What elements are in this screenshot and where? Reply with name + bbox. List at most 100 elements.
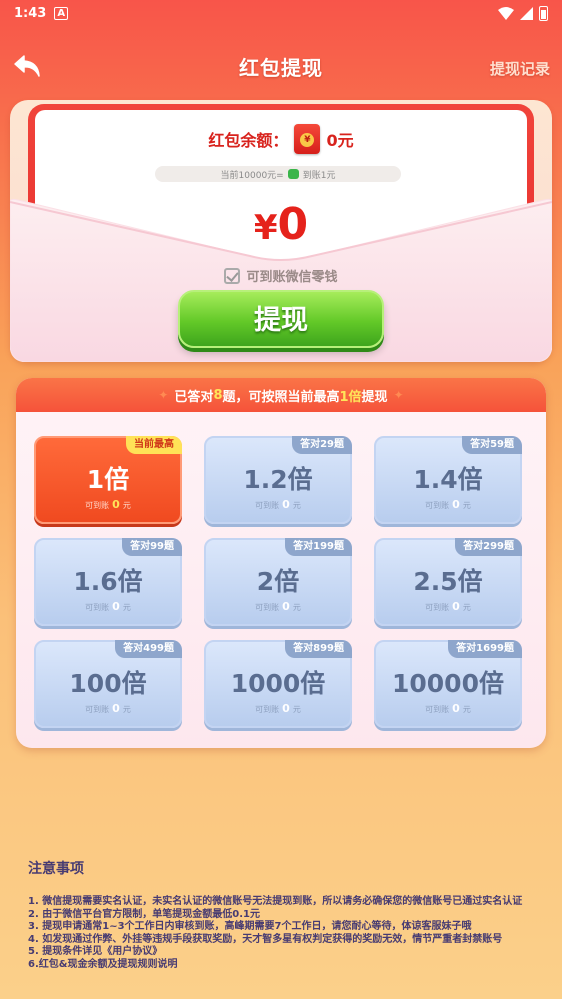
notes-item: 3. 提现申请通常1~3个工作日内审核到账，高峰期需要7个工作日，请您耐心等待，…	[28, 921, 472, 932]
multiplier-tile[interactable]: 答对59题 1.4倍 可到账 0 元	[374, 436, 522, 524]
checkbox-icon	[224, 267, 241, 284]
envelope-top: 红包余额： 0元 当前10000元= 到账1元 ¥0	[28, 104, 534, 266]
multiplier-tile[interactable]: 答对199题 2倍可到账 0 元	[204, 538, 352, 626]
notes-item: 1. 微信提现需要实名认证，未实名认证的微信账号无法提现到账，所以请务必确保您的…	[28, 896, 523, 907]
status-time: 1:43	[14, 5, 47, 21]
notes-item: 2. 由于微信平台官方限制，单笔提现金额最低0.1元	[28, 908, 260, 920]
wechat-change-note: 可到账微信零钱	[10, 266, 552, 285]
rate-left: 当前10000元=	[220, 170, 284, 181]
notes-item: 4. 如发现通过作弊、外挂等违规手段获取奖励，天才智多星有权判定获得的奖励无效，…	[28, 933, 503, 945]
tile-sub-prefix: 可到账	[85, 501, 110, 510]
tile-sub-prefix: 可到账	[425, 603, 450, 612]
tile-multiplier: 100倍	[69, 669, 147, 698]
notes-item: 6.红包&现金余额及提现规则说明	[28, 958, 178, 970]
multiplier-grid: 当前最高 1倍 可到账 0 元答对29题 1.2倍 可到账 0 元答对59题 1.4倍 可到账 0 元答…	[34, 436, 528, 728]
wechat-icon	[287, 169, 299, 179]
multiplier-tile[interactable]: 答对299题 2.5倍 可到账 0 元	[374, 538, 522, 626]
tile-sub-prefix: 可到账	[255, 603, 280, 612]
header-mult: 1倍	[339, 389, 362, 405]
red-envelope-card: 红包余额： 0元 当前10000元= 到账1元 ¥0 可到账微信零钱	[10, 100, 552, 362]
withdraw-button[interactable]: 提现	[178, 290, 384, 348]
multiplier-tile[interactable]: 答对29题 1.2倍可到账 0 元	[204, 436, 352, 524]
tile-subtext: 可到账 0 元	[206, 498, 350, 511]
tile-tag: 答对59题	[462, 436, 522, 454]
tile-subtext: 可到账 0 元	[376, 498, 520, 511]
tile-sub-value: 0	[282, 702, 290, 715]
tile-sub-value: 0	[452, 498, 460, 511]
notes-item[interactable]: 5. 提现条件详见《用户协议》	[28, 946, 538, 959]
tile-sub-prefix: 可到账	[425, 705, 450, 714]
tile-sub-suffix: 元	[292, 603, 301, 612]
tile-sub-suffix: 元	[122, 603, 131, 612]
tile-tag: 答对99题	[122, 538, 182, 556]
header-prefix: 已答对	[174, 389, 214, 405]
multiplier-tile[interactable]: 答对899题 1000倍可到账 0 元	[204, 640, 352, 728]
panel-header: ✦ 已答对 8 题，可按照当前最高 1倍 提现 ✦	[16, 378, 546, 412]
tile-sub-value: 0	[452, 600, 460, 613]
tile-tag: 答对199题	[285, 538, 352, 556]
signal-icon	[520, 6, 533, 20]
multiplier-tile[interactable]: 当前最高 1倍可到账 0 元	[34, 436, 182, 524]
withdraw-record-link[interactable]: 提现记录	[490, 58, 550, 79]
rate-right: 到账1元	[302, 170, 336, 181]
tile-multiplier: 2倍	[256, 567, 300, 596]
status-icons	[498, 5, 548, 21]
tile-tag: 答对29题	[292, 436, 352, 454]
tile-sub-suffix: 元	[122, 705, 131, 714]
exchange-rate-pill: 当前10000元= 到账1元	[155, 166, 401, 182]
tile-multiplier: 10000倍	[392, 669, 504, 698]
tile-tag: 当前最高	[126, 436, 182, 454]
tile-multiplier: 1.2倍	[243, 465, 313, 494]
multiplier-panel: ✦ 已答对 8 题，可按照当前最高 1倍 提现 ✦ 当前最高 1倍 可到账 0 元答对29题 1.…	[16, 378, 546, 748]
multiplier-tile[interactable]: 答对1699题 10000倍可到账 0 元	[374, 640, 522, 728]
back-arrow-icon[interactable]	[12, 50, 44, 82]
multiplier-tile[interactable]: 答对499题 100倍可到账 0 元	[34, 640, 182, 728]
tile-sub-suffix: 元	[292, 705, 301, 714]
battery-icon	[539, 5, 548, 21]
tile-multiplier: 2.5倍	[413, 567, 483, 596]
tile-tag: 答对1699题	[448, 640, 522, 658]
wifi-icon	[498, 6, 514, 20]
tile-multiplier: 1倍	[86, 465, 130, 494]
tile-multiplier: 1000倍	[230, 669, 326, 698]
tile-sub-value: 0	[282, 498, 290, 511]
withdraw-amount: ¥0	[35, 200, 527, 253]
tile-subtext: 可到账 0 元	[36, 498, 180, 511]
tile-multiplier: 1.6倍	[73, 567, 143, 596]
tile-sub-value: 0	[112, 702, 120, 715]
multiplier-tile[interactable]: 答对99题 1.6倍 可到账 0 元	[34, 538, 182, 626]
balance-value: 0元	[326, 131, 354, 150]
header-suffix: 提现	[361, 389, 388, 405]
sparkle-icon: ✦	[393, 388, 404, 402]
nav-bar: 红包提现 提现记录	[0, 44, 562, 88]
tile-subtext: 可到账 0 元	[376, 702, 520, 715]
status-bar: 1:43 A	[0, 0, 562, 26]
tile-sub-value: 0	[112, 498, 120, 511]
tile-sub-prefix: 可到账	[425, 501, 450, 510]
balance-row: 红包余额： 0元	[35, 124, 527, 154]
tile-subtext: 可到账 0 元	[376, 600, 520, 613]
tile-sub-prefix: 可到账	[255, 705, 280, 714]
balance-paper: 红包余额： 0元 当前10000元= 到账1元 ¥0	[35, 110, 527, 266]
notes-list: 1. 微信提现需要实名认证，未实名认证的微信账号无法提现到账，所以请务必确保您的…	[28, 896, 538, 971]
balance-label: 红包余额：	[208, 131, 289, 150]
tile-sub-prefix: 可到账	[85, 705, 110, 714]
tile-sub-value: 0	[452, 702, 460, 715]
red-packet-icon	[294, 124, 321, 154]
tile-sub-value: 0	[282, 600, 290, 613]
tile-sub-value: 0	[112, 600, 120, 613]
tile-subtext: 可到账 0 元	[36, 702, 180, 715]
tile-subtext: 可到账 0 元	[206, 600, 350, 613]
header-mid: 题，可按照当前最高	[222, 389, 340, 405]
tile-sub-suffix: 元	[462, 705, 471, 714]
tile-sub-prefix: 可到账	[255, 501, 280, 510]
tile-tag: 答对899题	[285, 640, 352, 658]
notification-a-icon: A	[54, 6, 69, 20]
tile-sub-suffix: 元	[462, 501, 471, 510]
notes-section: 注意事项 1. 微信提现需要实名认证，未实名认证的微信账号无法提现到账，所以请务…	[28, 858, 538, 971]
page-title: 红包提现	[239, 55, 323, 80]
currency-symbol: ¥	[253, 208, 278, 248]
notes-title: 注意事项	[28, 861, 84, 877]
tile-sub-suffix: 元	[292, 501, 301, 510]
tile-tag: 答对499题	[115, 640, 182, 658]
